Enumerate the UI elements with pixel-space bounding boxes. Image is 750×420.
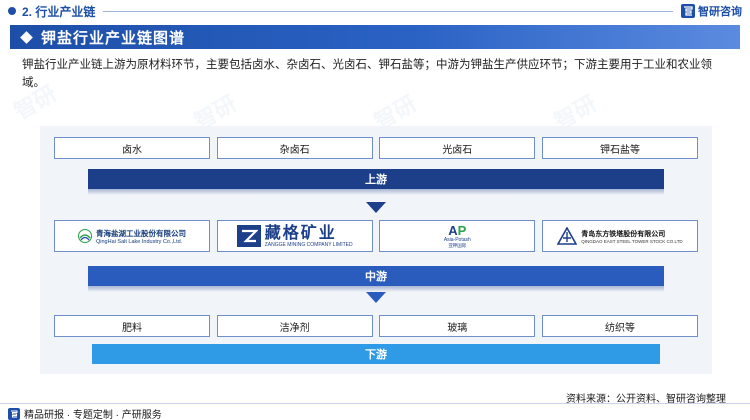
section-label: 2. 行业产业链 [22, 4, 96, 19]
company-name-cn: 藏格矿业 [264, 224, 337, 242]
brand-logo-icon [681, 4, 695, 18]
midstream-companies: 青海盐湖工业股份有限公司 QingHai Salt Lake Industry … [54, 220, 698, 252]
down-arrow-icon [366, 292, 386, 303]
upstream-item: 钾石盐等 [541, 137, 698, 159]
top-header: 2. 行业产业链 智研咨询 [0, 0, 750, 22]
upstream-bar: 上游 [88, 169, 664, 195]
footer-logo-icon [8, 407, 20, 420]
company-logo-asia-potash: AP Asia-Potash 亚钾国际 [379, 220, 536, 252]
company-logo-zangge-mining: 藏格矿业 ZANGGE MINING COMPANY LIMITED [216, 220, 373, 252]
brand: 智研咨询 [681, 3, 742, 19]
company-logo-qingdao-east-steel-tower: 青岛东方铁塔股份有限公司 QINGDAO EAST STEEL TOWER ST… [541, 220, 698, 252]
downstream-item: 玻璃 [379, 315, 536, 337]
footer-tagline: 精品研报 · 专题定制 · 产研服务 [8, 406, 162, 420]
upstream-item: 杂卤石 [216, 137, 373, 159]
upstream-item: 卤水 [54, 137, 210, 159]
footer-divider [0, 403, 750, 404]
down-arrow-icon [366, 202, 386, 213]
title-banner: 钾盐行业产业链图谱 [10, 25, 740, 49]
footer-tagline-text: 精品研报 · 专题定制 · 产研服务 [24, 410, 162, 420]
company-logo-qinghai-salt-lake: 青海盐湖工业股份有限公司 QingHai Salt Lake Industry … [54, 220, 210, 252]
downstream-bar: 下游 [92, 344, 660, 364]
title-diamond-icon [20, 30, 33, 44]
downstream-item: 纺织等 [541, 315, 698, 337]
downstream-item: 肥料 [54, 315, 210, 337]
company-name-en: QINGDAO EAST STEEL TOWER STOCK CO.LTD [581, 238, 683, 244]
company-name-cn: 亚钾国际 [448, 242, 467, 248]
asia-potash-logo-icon: AP [448, 222, 467, 238]
page-title: 钾盐行业产业链图谱 [41, 29, 186, 47]
downstream-item: 洁净剂 [216, 315, 373, 337]
east-steel-tower-logo-icon [557, 227, 578, 245]
downstream-items: 肥料 洁净剂 玻璃 纺织等 [54, 315, 698, 337]
intro-paragraph: 钾盐行业产业链上游为原材料环节，主要包括卤水、杂卤石、光卤石、钾石盐等；中游为钾… [22, 59, 712, 89]
upstream-items: 卤水 杂卤石 光卤石 钾石盐等 [54, 137, 698, 159]
section-bullet-icon [8, 7, 16, 15]
company-name-en: ZANGGE MINING COMPANY LIMITED [264, 241, 353, 248]
brand-name: 智研咨询 [698, 6, 742, 18]
company-name-en: QingHai Salt Lake Industry Co.,Ltd. [96, 238, 183, 245]
upstream-item: 光卤石 [379, 137, 536, 159]
company-name-cn: 青岛东方铁塔股份有限公司 [581, 230, 666, 238]
midstream-bar: 中游 [88, 266, 664, 292]
qinghai-salt-lake-logo-icon [78, 229, 92, 243]
company-name-cn: 青海盐湖工业股份有限公司 [96, 228, 186, 238]
header-divider [103, 10, 673, 12]
industry-chain-panel: 卤水 杂卤石 光卤石 钾石盐等 上游 青海盐湖工业股份有限公司 QingHai … [40, 126, 712, 374]
zangge-logo-icon [236, 225, 261, 247]
